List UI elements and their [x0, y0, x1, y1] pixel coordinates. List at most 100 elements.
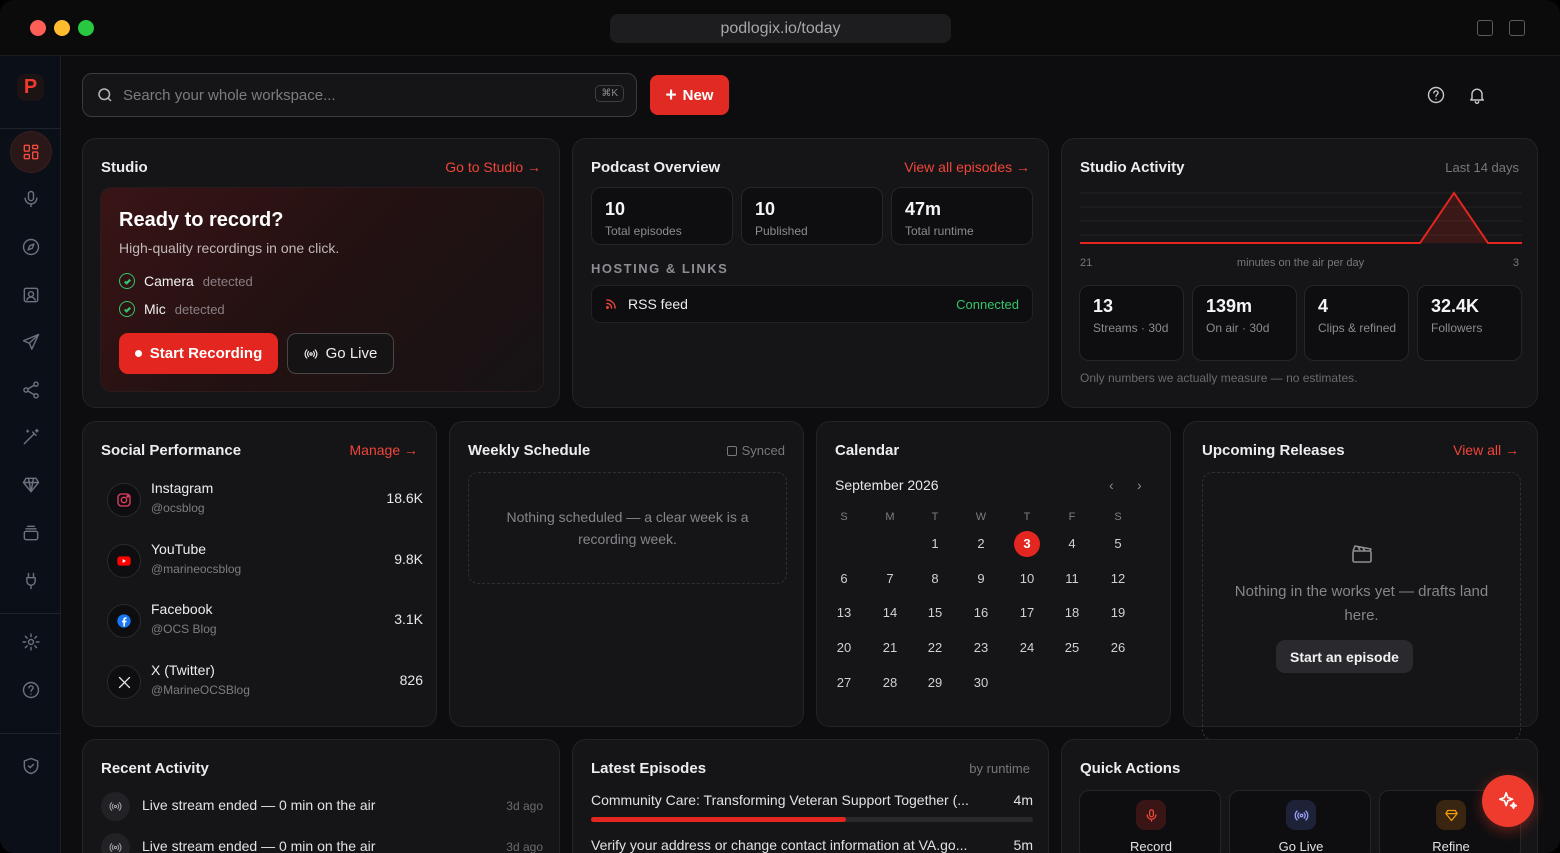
go-to-studio-link[interactable]: Go to Studio →: [445, 159, 541, 175]
calendar-day[interactable]: 16: [968, 600, 994, 626]
broadcast-icon: [1286, 800, 1316, 830]
social-row-facebook[interactable]: Facebook @OCS Blog 3.1K: [107, 599, 423, 647]
next-month-button[interactable]: ›: [1137, 477, 1142, 493]
instagram-icon: [107, 483, 141, 517]
calendar-day[interactable]: 27: [831, 670, 857, 696]
app-logo[interactable]: P: [17, 74, 44, 101]
compass-icon[interactable]: [11, 227, 51, 267]
calendar-day[interactable]: 8: [922, 566, 948, 592]
calendar-day[interactable]: 25: [1059, 635, 1085, 661]
settings-icon[interactable]: [11, 622, 51, 662]
calendar-day[interactable]: 15: [922, 600, 948, 626]
quick-actions-card: Quick Actions Record Go Live Refine: [1061, 739, 1538, 853]
plug-icon[interactable]: [11, 561, 51, 601]
calendar-day[interactable]: 18: [1059, 600, 1085, 626]
minimize-window-button[interactable]: [54, 20, 70, 36]
start-episode-button[interactable]: Start an episode: [1276, 640, 1413, 673]
rss-feed-label: RSS feed: [628, 296, 688, 312]
hero-title: Ready to record?: [119, 209, 284, 231]
contact-card-icon[interactable]: [11, 275, 51, 315]
diamond-icon: [1436, 800, 1466, 830]
activity-item[interactable]: Live stream ended — 0 min on the air 3d …: [101, 791, 543, 821]
calendar-day[interactable]: 4: [1059, 531, 1085, 557]
prev-month-button[interactable]: ‹: [1109, 477, 1114, 493]
stat-label: Published: [755, 224, 808, 238]
search-input[interactable]: Search your whole workspace... ⌘K: [82, 73, 637, 117]
maximize-window-button[interactable]: [78, 20, 94, 36]
manage-link[interactable]: Manage →: [350, 442, 418, 458]
tab-overview-icon[interactable]: [1477, 20, 1493, 36]
calendar-day[interactable]: 9: [968, 566, 994, 592]
check-circle-icon: [119, 301, 135, 317]
stat-clips: 4 Clips & refined: [1304, 285, 1409, 361]
new-button[interactable]: + New: [650, 75, 729, 115]
calendar-day[interactable]: 17: [1014, 600, 1040, 626]
help-icon[interactable]: [1426, 85, 1446, 105]
archive-icon[interactable]: [11, 513, 51, 553]
calendar-day[interactable]: 28: [877, 670, 903, 696]
broadcast-icon: [304, 348, 318, 359]
calendar-day[interactable]: 14: [877, 600, 903, 626]
calendar-day[interactable]: 23: [968, 635, 994, 661]
calendar-day-today[interactable]: 3: [1014, 531, 1040, 557]
calendar-day[interactable]: 21: [877, 635, 903, 661]
social-name: YouTube: [151, 541, 207, 557]
search-placeholder: Search your whole workspace...: [123, 86, 336, 104]
rss-feed-row[interactable]: RSS feed Connected: [591, 285, 1033, 323]
view-all-releases-link[interactable]: View all →: [1453, 442, 1519, 458]
calendar-day[interactable]: 10: [1014, 566, 1040, 592]
social-row-instagram[interactable]: Instagram @ocsblog 18.6K: [107, 478, 423, 526]
activity-item[interactable]: Live stream ended — 0 min on the air 3d …: [101, 832, 543, 853]
podcast-overview-card: Podcast Overview View all episodes → 10 …: [572, 138, 1049, 408]
studio-activity-title: Studio Activity: [1080, 159, 1185, 176]
social-row-x[interactable]: X (Twitter) @MarineOCSBlog 826: [107, 660, 423, 708]
magic-wand-icon[interactable]: [11, 417, 51, 457]
calendar-day[interactable]: 5: [1105, 531, 1131, 557]
shield-icon[interactable]: [11, 746, 51, 786]
calendar-day[interactable]: 12: [1105, 566, 1131, 592]
sidebar-toggle-icon[interactable]: [1509, 20, 1525, 36]
calendar-day[interactable]: 7: [877, 566, 903, 592]
episode-row[interactable]: Verify your address or change contact in…: [591, 837, 1033, 853]
send-icon[interactable]: [11, 322, 51, 362]
calendar-day[interactable]: 11: [1059, 566, 1085, 592]
mic-icon[interactable]: [11, 179, 51, 219]
ai-assistant-button[interactable]: [1482, 775, 1534, 827]
close-window-button[interactable]: [30, 20, 46, 36]
quick-go-live-button[interactable]: Go Live: [1229, 790, 1371, 853]
calendar-day[interactable]: 20: [831, 635, 857, 661]
sidebar-divider: [0, 128, 61, 129]
view-all-episodes-link[interactable]: View all episodes →: [904, 159, 1030, 175]
bell-icon[interactable]: [1467, 85, 1487, 105]
calendar-day[interactable]: 22: [922, 635, 948, 661]
share-icon[interactable]: [11, 370, 51, 410]
episode-title: Community Care: Transforming Veteran Sup…: [591, 792, 969, 808]
start-recording-button[interactable]: Start Recording: [119, 333, 278, 374]
social-row-youtube[interactable]: YouTube @marineocsblog 9.8K: [107, 539, 423, 587]
calendar-day[interactable]: 2: [968, 531, 994, 557]
calendar-day[interactable]: 30: [968, 670, 994, 696]
go-live-button[interactable]: Go Live: [287, 333, 394, 374]
calendar-day[interactable]: 6: [831, 566, 857, 592]
quick-record-button[interactable]: Record: [1079, 790, 1221, 853]
latest-episodes-title: Latest Episodes: [591, 760, 707, 777]
help-icon[interactable]: [11, 670, 51, 710]
quick-action-label: Go Live: [1278, 839, 1324, 853]
calendar-day[interactable]: 13: [831, 600, 857, 626]
address-bar[interactable]: podlogix.io/today: [610, 14, 951, 43]
activity-time: 3d ago: [506, 799, 543, 813]
dashboard-icon[interactable]: [11, 132, 51, 172]
diamond-icon[interactable]: [11, 465, 51, 505]
episode-row[interactable]: Community Care: Transforming Veteran Sup…: [591, 792, 1033, 808]
social-name: X (Twitter): [151, 662, 215, 678]
calendar-day[interactable]: 1: [922, 531, 948, 557]
calendar-weekday: T: [931, 511, 939, 523]
calendar-day[interactable]: 26: [1105, 635, 1131, 661]
podcast-overview-title: Podcast Overview: [591, 159, 721, 176]
check-circle-icon: [119, 273, 135, 289]
calendar-day[interactable]: 24: [1014, 635, 1040, 661]
calendar-day[interactable]: 19: [1105, 600, 1131, 626]
activity-range: Last 14 days: [1445, 160, 1519, 175]
calendar-day[interactable]: 29: [922, 670, 948, 696]
youtube-icon: [107, 544, 141, 578]
